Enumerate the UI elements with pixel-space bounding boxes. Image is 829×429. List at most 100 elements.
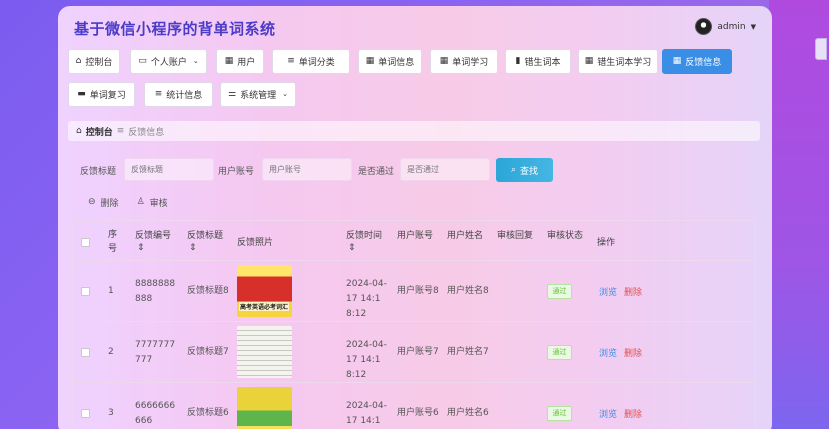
photo-caption: 高考英语必考词汇 <box>239 302 290 311</box>
user-menu[interactable]: admin ▼ <box>695 18 756 35</box>
select-all-checkbox[interactable] <box>81 238 90 247</box>
chevron-down-icon: ⌄ <box>192 57 199 65</box>
nav-statistics[interactable]: ≡ 统计信息 <box>144 82 213 107</box>
list-icon: ≡ <box>287 56 295 66</box>
cell-name: 用户姓名6 <box>447 408 489 418</box>
cell-account: 用户账号8 <box>397 286 439 296</box>
grid-icon: ▦ <box>365 56 375 66</box>
table-header: 序号 反馈编号 ⇕ 反馈标题 ⇕ 反馈照片 反馈时间 ⇕ 用户账号 用户姓名 审… <box>73 221 757 261</box>
table-row: 3 6666666666 反馈标题6 2024-04-17 14:18:12 用… <box>73 384 757 429</box>
sort-icon[interactable]: ⇕ <box>189 243 197 253</box>
header-ops: 操作 <box>597 238 616 248</box>
cell-seq: 2 <box>108 347 114 357</box>
header-reply: 审核回复 <box>497 231 534 241</box>
view-link[interactable]: 浏览 <box>599 285 617 298</box>
sort-icon[interactable]: ⇕ <box>137 243 145 253</box>
table-row: 1 8888888888 反馈标题8 高考英语必考词汇 2024-04-17 1… <box>73 262 757 322</box>
nav-label: 错生词本 <box>524 58 561 68</box>
delete-link[interactable]: 删除 <box>624 346 642 359</box>
side-tab-icon[interactable] <box>815 38 827 60</box>
view-link[interactable]: 浏览 <box>599 346 617 359</box>
nav-system-management[interactable]: ⚌ 系统管理 ⌄ <box>220 82 296 107</box>
search-passed-input[interactable] <box>400 158 490 181</box>
sort-icon[interactable]: ⇕ <box>348 243 356 253</box>
search-button[interactable]: ⌕ 查找 <box>496 158 553 182</box>
username[interactable]: admin <box>717 22 745 32</box>
delete-button[interactable]: ⊖ 删除 <box>88 196 119 210</box>
feedback-photo[interactable]: 高考英语必考词汇 <box>237 265 292 317</box>
nav-word-study[interactable]: ▦ 单词学习 <box>430 49 498 74</box>
row-checkbox[interactable] <box>81 409 90 418</box>
search-label-account: 用户账号 <box>218 167 255 177</box>
audit-button[interactable]: ♙ 审核 <box>137 196 168 210</box>
cell-seq: 1 <box>108 286 114 296</box>
list-icon: ≡ <box>154 89 163 99</box>
nav-wrong-words[interactable]: ▮ 错生词本 <box>505 49 571 74</box>
chevron-down-icon: ⌄ <box>282 90 288 98</box>
delete-label: 删除 <box>100 199 119 209</box>
nav-account[interactable]: ▭ 个人账户 ⌄ <box>130 49 207 74</box>
nav-label: 单词信息 <box>378 58 415 68</box>
nav-label: 反馈信息 <box>685 58 722 68</box>
minus-circle-icon: ⊖ <box>88 197 96 207</box>
nav-dashboard[interactable]: ⌂ 控制台 <box>68 49 120 74</box>
cell-time: 2024-04-17 14:18:12 <box>346 279 387 319</box>
view-link[interactable]: 浏览 <box>599 407 617 420</box>
nav-word-review[interactable]: ▬ 单词复习 <box>68 82 135 107</box>
search-form: 反馈标题 用户账号 是否通过 ⌕查找 <box>80 158 760 182</box>
nav-label: 系统管理 <box>240 91 277 101</box>
audit-label: 审核 <box>149 199 168 209</box>
desktop-icon: ▬ <box>77 89 86 99</box>
account-icon: ▭ <box>138 56 147 66</box>
table-row: 2 7777777777 反馈标题7 2024-04-17 14:18:12 用… <box>73 323 757 383</box>
header-account: 用户账号 <box>397 231 434 241</box>
header-name: 用户姓名 <box>447 231 484 241</box>
cell-code: 6666666666 <box>135 401 176 426</box>
cell-title: 反馈标题8 <box>187 286 229 296</box>
cell-name: 用户姓名7 <box>447 347 489 357</box>
nav-users[interactable]: ▦ 用户 <box>216 49 264 74</box>
cell-account: 用户账号6 <box>397 408 439 418</box>
search-label-title: 反馈标题 <box>80 167 117 177</box>
bar-chart-icon: ▮ <box>515 56 521 66</box>
nav-label: 个人账户 <box>150 58 187 68</box>
nav-feedback[interactable]: ▦ 反馈信息 <box>662 49 732 74</box>
row-checkbox[interactable] <box>81 348 90 357</box>
delete-link[interactable]: 删除 <box>624 407 642 420</box>
nav-wrong-words-study[interactable]: ▦ 错生词本学习 <box>578 49 658 74</box>
home-icon: ⌂ <box>75 56 82 66</box>
header-photo: 反馈照片 <box>237 238 274 248</box>
status-badge: 通过 <box>547 284 572 299</box>
search-title-input[interactable] <box>124 158 214 181</box>
cell-code: 7777777777 <box>135 340 176 365</box>
nav-word-category[interactable]: ≡ 单词分类 <box>272 49 350 74</box>
grid-icon: ▦ <box>584 56 594 66</box>
delete-link[interactable]: 删除 <box>624 285 642 298</box>
feedback-table: 序号 反馈编号 ⇕ 反馈标题 ⇕ 反馈照片 反馈时间 ⇕ 用户账号 用户姓名 审… <box>72 220 757 429</box>
grid-icon: ▦ <box>672 56 682 66</box>
avatar[interactable] <box>695 18 713 35</box>
search-account-input[interactable] <box>262 158 352 181</box>
cell-name: 用户姓名8 <box>447 286 489 296</box>
search-button-label: 查找 <box>520 166 539 177</box>
nav-word-info[interactable]: ▦ 单词信息 <box>358 49 422 74</box>
caret-down-icon[interactable]: ▼ <box>751 23 756 31</box>
status-badge: 通过 <box>547 406 572 421</box>
breadcrumb-separator: ≡ <box>116 126 125 136</box>
sliders-icon: ⚌ <box>228 89 237 99</box>
breadcrumb: ⌂ 控制台 ≡ 反馈信息 <box>68 121 760 141</box>
feedback-photo[interactable] <box>237 326 292 378</box>
cell-title: 反馈标题7 <box>187 347 229 357</box>
grid-icon: ▦ <box>224 56 234 66</box>
breadcrumb-home[interactable]: 控制台 <box>86 125 113 138</box>
row-checkbox[interactable] <box>81 287 90 296</box>
cell-time: 2024-04-17 14:18:12 <box>346 340 387 380</box>
header-title: 反馈标题 <box>187 231 224 241</box>
cell-code: 8888888888 <box>135 279 176 304</box>
nav-label: 用户 <box>237 58 256 68</box>
nav-label: 单词复习 <box>89 91 126 101</box>
feedback-photo[interactable] <box>237 387 292 429</box>
app-window: 基于微信小程序的背单词系统 admin ▼ ⌂ 控制台 ▭ 个人账户 ⌄ ▦ 用户 ≡ 单… <box>58 6 772 429</box>
nav-label: 单词学习 <box>452 58 489 68</box>
bulk-actions: ⊖ 删除 ♙ 审核 <box>88 196 168 210</box>
